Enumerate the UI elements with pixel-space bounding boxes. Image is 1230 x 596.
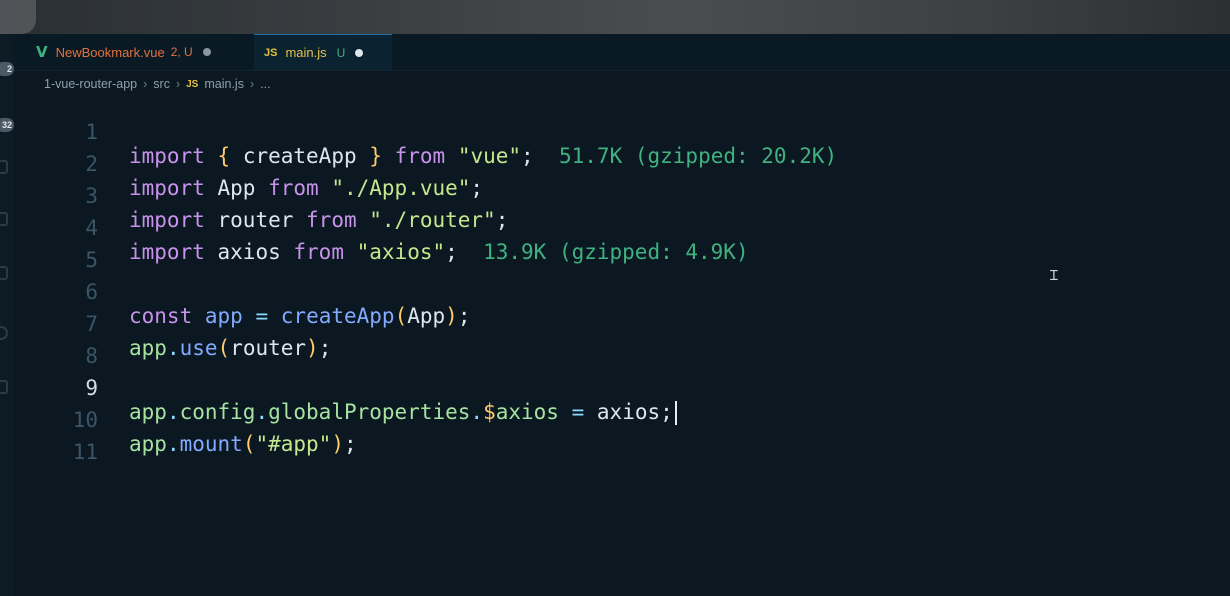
- code-line[interactable]: 10 app.mount("#app");: [0, 384, 1230, 456]
- mouse-ibeam-icon: Ɪ: [1050, 268, 1058, 284]
- js-icon: JS: [186, 78, 199, 90]
- editor-tab-bar: V NewBookmark.vue 2, U JS main.js U: [14, 34, 1230, 71]
- code-line[interactable]: 11: [0, 416, 1230, 464]
- code-line[interactable]: 4 import axios from "axios"; 13.9K (gzip…: [0, 192, 1230, 264]
- code-line[interactable]: 1 import { createApp } from "vue"; 51.7K…: [0, 96, 1230, 168]
- line-number: 11: [72, 440, 98, 464]
- vue-icon: V: [36, 43, 48, 61]
- code-editor[interactable]: 1 import { createApp } from "vue"; 51.7K…: [0, 96, 1230, 596]
- js-icon: JS: [264, 46, 278, 59]
- code-line[interactable]: 2 import App from "./App.vue";: [0, 128, 1230, 200]
- breadcrumb: 1-vue-router-app › src › JS main.js › ..…: [44, 74, 271, 94]
- window-top-bar: [0, 0, 1230, 34]
- breadcrumb-folder[interactable]: 1-vue-router-app: [44, 77, 137, 91]
- unsaved-dot-icon[interactable]: [202, 48, 211, 56]
- code-line[interactable]: 5: [0, 224, 1230, 272]
- tab-status: 2, U: [170, 45, 193, 59]
- chevron-right-icon: ›: [249, 77, 255, 91]
- code-line[interactable]: 6 const app = createApp(App);: [0, 256, 1230, 328]
- tab-status: U: [336, 45, 346, 60]
- activity-badge-source-control[interactable]: 2: [0, 62, 14, 76]
- code-line-active[interactable]: 9 app.config.globalProperties.$axios = a…: [0, 352, 1230, 425]
- tab-newbookmark-vue[interactable]: V NewBookmark.vue 2, U: [26, 34, 254, 70]
- tab-main-js[interactable]: JS main.js U: [254, 34, 392, 70]
- breadcrumb-file[interactable]: main.js: [204, 77, 244, 91]
- unsaved-dot-icon[interactable]: [355, 48, 364, 57]
- chevron-right-icon: ›: [143, 77, 148, 91]
- code-line[interactable]: 7 app.use(router);: [0, 288, 1230, 360]
- top-left-blur: [0, 0, 36, 34]
- tab-filename: main.js: [285, 45, 327, 60]
- tab-filename: NewBookmark.vue: [55, 44, 165, 60]
- breadcrumb-symbols[interactable]: ...: [260, 77, 270, 91]
- breadcrumb-folder[interactable]: src: [153, 77, 170, 91]
- code-line[interactable]: 8: [0, 320, 1230, 368]
- chevron-right-icon: ›: [175, 77, 181, 91]
- code-line[interactable]: 3 import router from "./router";: [0, 160, 1230, 232]
